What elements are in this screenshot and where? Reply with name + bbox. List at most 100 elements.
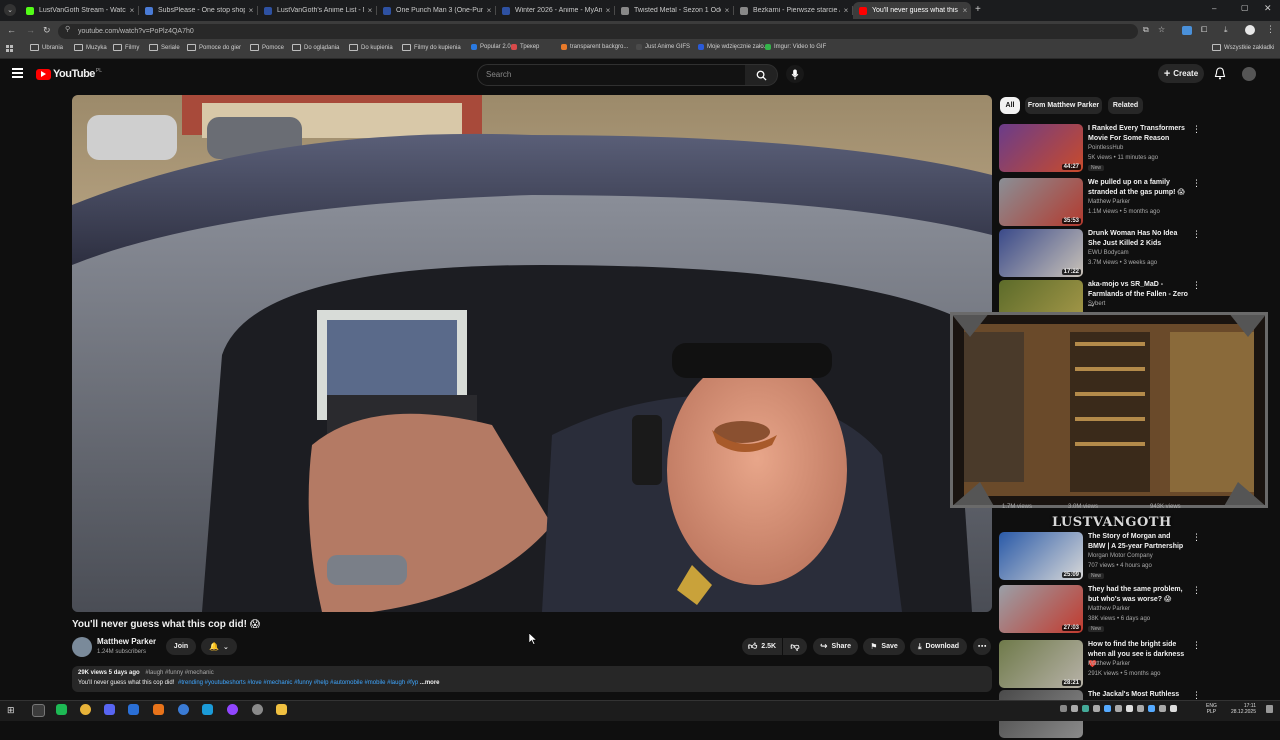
- recommended-video-title[interactable]: They had the same problem, but who's was…: [1088, 585, 1188, 605]
- reload-icon[interactable]: ↻: [43, 25, 51, 36]
- bookmark-item[interactable]: Pomoce: [250, 44, 284, 51]
- download-button[interactable]: ⤓ Download: [910, 638, 967, 655]
- extension-icon[interactable]: [1182, 26, 1192, 35]
- more-vertical-icon[interactable]: ⋮: [1192, 585, 1201, 596]
- downloads-icon[interactable]: ⤓: [1224, 25, 1228, 35]
- chip-all[interactable]: All: [1000, 97, 1020, 114]
- browser-tab[interactable]: SubsPlease - One stop shop fo×: [139, 2, 257, 19]
- site-info-icon[interactable]: ⚲: [65, 25, 70, 33]
- youtube-logo[interactable]: YouTube PL: [36, 68, 102, 80]
- app-taskbar-icon[interactable]: [178, 704, 189, 715]
- notifications-bell-icon[interactable]: [1214, 67, 1226, 85]
- video-thumbnail[interactable]: 25:09: [999, 532, 1083, 580]
- discord-taskbar-icon[interactable]: [104, 704, 115, 715]
- tab-close-icon[interactable]: ×: [126, 6, 138, 15]
- browser-tab[interactable]: One Punch Man 3 (One-Punch ×: [377, 2, 495, 19]
- network-icon[interactable]: [1159, 705, 1166, 712]
- tab-close-icon[interactable]: ×: [483, 6, 495, 15]
- app-taskbar-icon[interactable]: [128, 704, 139, 715]
- forward-arrow-icon[interactable]: →: [26, 25, 35, 35]
- app-taskbar-icon[interactable]: [227, 704, 238, 715]
- back-arrow-icon[interactable]: ←: [7, 25, 16, 35]
- apps-grid-icon[interactable]: [6, 45, 13, 52]
- tab-close-icon[interactable]: ×: [245, 6, 257, 15]
- bookmark-item[interactable]: Трекер: [511, 44, 539, 50]
- recommended-channel-name[interactable]: Matthew Parker: [1088, 606, 1130, 612]
- recommended-channel-name[interactable]: PointlessHub: [1088, 145, 1123, 151]
- browser-tab[interactable]: LustVanGoth Stream - Watch L ×: [20, 2, 138, 19]
- description-box[interactable]: 29K views 5 days ago #laugh #funny #mech…: [72, 666, 992, 692]
- microphone-tray-icon[interactable]: [1126, 705, 1133, 712]
- tab-close-icon[interactable]: ×: [602, 6, 614, 15]
- join-button[interactable]: Join: [166, 638, 196, 655]
- notification-center-icon[interactable]: [1266, 705, 1273, 713]
- file-explorer-taskbar-icon[interactable]: [276, 704, 287, 715]
- recommended-video[interactable]: 44:27 I Ranked Every Transformers Movie F…: [999, 124, 1274, 174]
- account-avatar[interactable]: [1242, 67, 1256, 81]
- cast-icon[interactable]: ⧉: [1143, 25, 1149, 35]
- tab-close-icon[interactable]: ×: [840, 6, 852, 15]
- chip-from-channel[interactable]: From Matthew Parker: [1025, 97, 1102, 114]
- more-vertical-icon[interactable]: ⋮: [1192, 124, 1201, 135]
- bookmark-item[interactable]: Moje wdzięcznie zało...: [698, 44, 769, 50]
- bookmark-item[interactable]: Pomoce do gier: [187, 44, 241, 51]
- url-text[interactable]: youtube.com/watch?v=PoPlz4QA7h0: [78, 25, 194, 38]
- recommended-video-title[interactable]: I Ranked Every Transformers Movie For So…: [1088, 124, 1188, 144]
- more-vertical-icon[interactable]: ⋮: [1192, 229, 1201, 240]
- recommended-video-title[interactable]: We pulled up on a family stranded at the…: [1088, 178, 1188, 198]
- browser-menu-icon[interactable]: ⋮: [1266, 24, 1275, 35]
- bookmark-star-icon[interactable]: ☆: [1158, 25, 1165, 34]
- show-more-link[interactable]: ...more: [420, 680, 440, 686]
- app-taskbar-icon[interactable]: [202, 704, 213, 715]
- recommended-channel-name[interactable]: EWU Bodycam: [1088, 250, 1129, 256]
- recommended-video[interactable]: 35:53 We pulled up on a family stranded a…: [999, 178, 1274, 228]
- bookmark-item[interactable]: Seriale: [149, 44, 180, 51]
- top-hashtags[interactable]: #laugh #funny #mechanic: [145, 670, 213, 676]
- recommended-video[interactable]: 28:21 How to find the bright side when al…: [999, 640, 1274, 690]
- recommended-video[interactable]: 27:03 They had the same problem, but who'…: [999, 585, 1274, 635]
- like-button[interactable]: 👍︎ 2.5K: [742, 638, 782, 655]
- input-language[interactable]: ENG PLP: [1206, 703, 1217, 715]
- bookmark-item[interactable]: Popular 2.0: [471, 44, 511, 50]
- recommended-video[interactable]: 17:22 Drunk Woman Has No Idea She Just Ki…: [999, 229, 1274, 279]
- recommended-channel-name[interactable]: Morgan Motor Company: [1088, 553, 1153, 559]
- bookmark-item[interactable]: Do oglądania: [292, 44, 339, 51]
- extensions-puzzle-icon[interactable]: ⧠: [1201, 25, 1207, 35]
- subscribed-notifications-button[interactable]: 🔔 ⌄: [201, 638, 237, 655]
- video-thumbnail[interactable]: 27:03: [999, 585, 1083, 633]
- all-bookmarks[interactable]: Wszystkie zakładki: [1212, 44, 1274, 51]
- search-button[interactable]: [745, 64, 778, 86]
- app-taskbar-icon[interactable]: [153, 704, 164, 715]
- video-thumbnail[interactable]: 35:53: [999, 178, 1083, 226]
- tray-icon[interactable]: [1137, 705, 1144, 712]
- recommended-channel-name[interactable]: Matthew Parker: [1088, 661, 1130, 667]
- tray-icon[interactable]: [1104, 705, 1111, 712]
- recommended-channel-name[interactable]: Sybert: [1088, 301, 1105, 307]
- bookmark-item[interactable]: Filmy: [113, 44, 139, 51]
- channel-avatar[interactable]: [72, 637, 92, 657]
- dislike-button[interactable]: 👎︎: [783, 638, 807, 655]
- description-hashtags[interactable]: #trending #youtubeshorts #love #mechanic…: [178, 680, 418, 686]
- volume-icon[interactable]: [1170, 705, 1177, 712]
- tab-close-icon[interactable]: ×: [721, 6, 733, 15]
- tray-icon[interactable]: [1115, 705, 1122, 712]
- tab-active[interactable]: You'll never guess what this ×: [853, 2, 971, 19]
- app-taskbar-icon[interactable]: [80, 704, 91, 715]
- search-input[interactable]: Search: [477, 64, 747, 86]
- windows-start-icon[interactable]: ⊞: [7, 705, 15, 716]
- tray-icon[interactable]: [1071, 705, 1078, 712]
- app-taskbar-icon[interactable]: [56, 704, 67, 715]
- video-player[interactable]: [72, 95, 992, 612]
- clock[interactable]: 17:11 28.12.2025: [1228, 703, 1256, 715]
- bookmark-item[interactable]: Muzyka: [74, 44, 107, 51]
- tray-icon[interactable]: [1148, 705, 1155, 712]
- tray-icon[interactable]: [1082, 705, 1089, 712]
- create-button[interactable]: + Create: [1158, 64, 1204, 83]
- omnibox[interactable]: [58, 24, 1138, 39]
- browser-tab[interactable]: LustVanGoth's Anime List - My ×: [258, 2, 376, 19]
- browser-tab[interactable]: Twisted Metal - Sezon 1 Odcin ×: [615, 2, 733, 19]
- chip-related[interactable]: Related: [1108, 97, 1143, 114]
- tab-close-icon[interactable]: ×: [959, 6, 971, 15]
- app-taskbar-icon[interactable]: [252, 704, 263, 715]
- bookmark-item[interactable]: Ubrania: [30, 44, 63, 51]
